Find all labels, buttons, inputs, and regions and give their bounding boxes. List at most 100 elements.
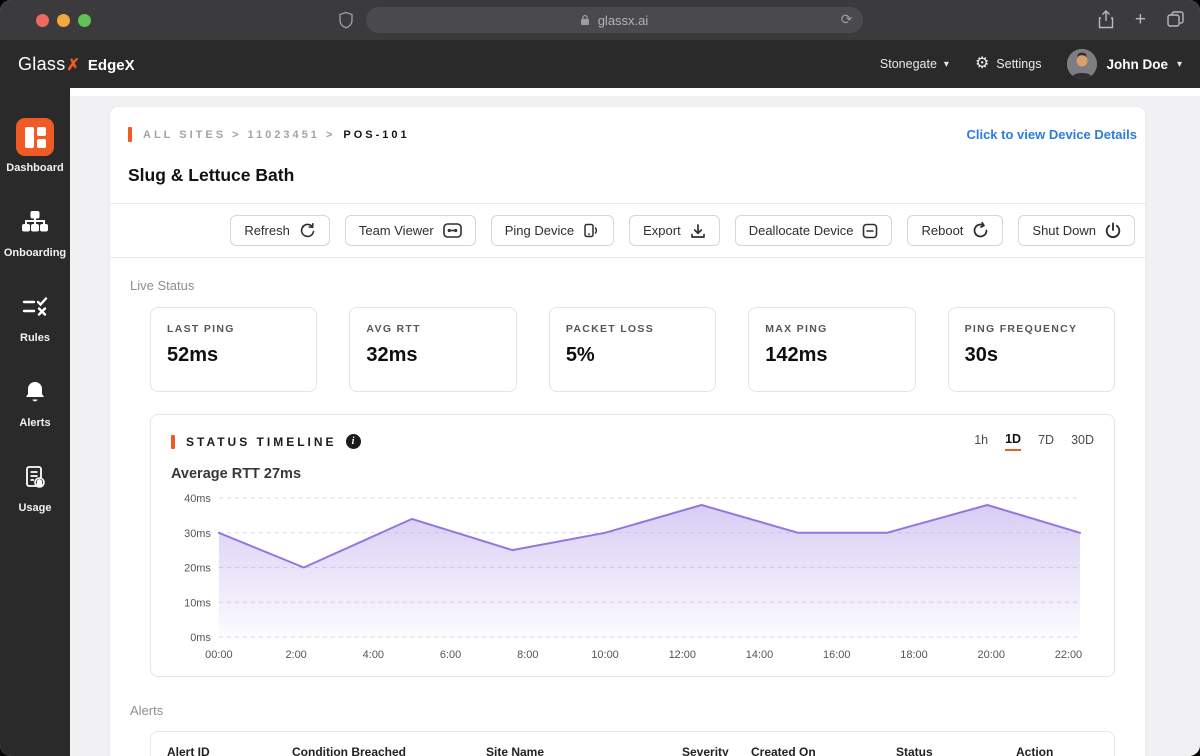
accent-bar (171, 434, 175, 449)
deallocate-minus-icon (863, 223, 878, 238)
svg-text:8:00: 8:00 (517, 649, 538, 661)
content-top-strip (70, 88, 1200, 96)
status-timeline-card: STATUS TIMELINE i 1h 1D 7D 30D Average R… (150, 414, 1115, 677)
rtt-area-chart: 0ms 10ms 20ms 30ms 40ms 00:00 2:00 4:00 6:00 8:0… (171, 486, 1094, 664)
range-7d[interactable]: 7D (1038, 433, 1054, 450)
chevron-down-icon: ▾ (1176, 58, 1182, 70)
sidebar-item-label: Usage (18, 502, 52, 514)
chevron-down-icon: ▾ (943, 58, 949, 70)
time-range-selector: 1h 1D 7D 30D (974, 432, 1094, 451)
column-header: Alert ID (167, 745, 210, 756)
refresh-icon (300, 223, 315, 238)
svg-text:0ms: 0ms (190, 632, 211, 644)
stat-value: 5% (565, 344, 595, 366)
info-icon[interactable]: i (345, 434, 361, 449)
org-selector-dropdown[interactable]: Stonegate ▾ (880, 57, 949, 71)
column-header: Action (1016, 745, 1054, 756)
settings-label: Settings (996, 57, 1042, 71)
stat-value: 142ms (765, 344, 828, 366)
refresh-button[interactable]: Refresh (230, 215, 330, 246)
sidebar-item-label: Onboarding (3, 247, 67, 259)
shut-down-button[interactable]: Shut Down (1018, 215, 1135, 246)
range-1h[interactable]: 1h (974, 433, 988, 450)
svg-text:10ms: 10ms (184, 597, 211, 609)
privacy-shield-icon[interactable] (338, 11, 354, 29)
alerts-section-label: Alerts (130, 703, 164, 718)
svg-text:6:00: 6:00 (440, 649, 461, 661)
logo-text-product: EdgeX (87, 56, 135, 74)
button-label: Deallocate Device (748, 223, 854, 238)
ping-device-icon (584, 223, 598, 238)
range-30d[interactable]: 30D (1071, 433, 1094, 450)
range-1d[interactable]: 1D (1005, 432, 1022, 451)
avatar (1067, 49, 1098, 79)
ping-device-button[interactable]: Ping Device (490, 215, 615, 246)
sidebar-item-usage[interactable]: $ Usage (0, 446, 70, 531)
device-details-link[interactable]: Click to view Device Details (966, 127, 1137, 142)
svg-text:10:00: 10:00 (591, 649, 618, 661)
invoice-icon: $ (23, 458, 47, 496)
sidebar-item-label: Rules (20, 332, 50, 344)
status-timeline-title: STATUS TIMELINE (186, 434, 337, 449)
button-label: Ping Device (504, 223, 575, 238)
breadcrumb-path[interactable]: ALL SITES > 11023451 > (143, 129, 335, 141)
user-menu[interactable]: John Doe ▾ (1067, 49, 1182, 79)
share-icon[interactable] (1098, 10, 1114, 29)
sidebar-item-rules[interactable]: Rules (0, 276, 70, 361)
sidebar-item-onboarding[interactable]: Onboarding (0, 191, 70, 276)
sidebar-item-alerts[interactable]: Alerts (0, 361, 70, 446)
button-label: Refresh (244, 223, 290, 238)
logo-text-glass: Glass (18, 53, 66, 74)
stat-card-max-ping: MAX PING 142ms (748, 307, 916, 392)
minimize-window-button[interactable] (57, 14, 70, 27)
rules-checklist-icon (22, 288, 48, 326)
accent-bar (128, 127, 132, 142)
settings-button[interactable]: ⚙ Settings (975, 56, 1042, 72)
column-header: Status (896, 745, 933, 756)
lock-icon (580, 14, 589, 25)
glassx-logo: Glass ✗ EdgeX (18, 54, 135, 75)
stat-label: MAX PING (765, 323, 828, 335)
svg-text:30ms: 30ms (184, 528, 211, 540)
reboot-icon (974, 222, 988, 238)
svg-text:16:00: 16:00 (823, 649, 850, 661)
sidebar-item-dashboard[interactable]: Dashboard (0, 106, 70, 191)
browser-window: glassx.ai ⟳ + Glass ✗ EdgeX Stonegate ▾ … (0, 0, 1200, 756)
breadcrumb: ALL SITES > 11023451 > POS-101 Click to … (128, 127, 1137, 142)
power-icon (1105, 222, 1121, 239)
sidebar-item-label: Alerts (19, 417, 51, 429)
stat-card-ping-frequency: PING FREQUENCY 30s (947, 307, 1116, 392)
zoom-window-button[interactable] (78, 14, 91, 27)
app-header: Glass ✗ EdgeX Stonegate ▾ ⚙ Settings Joh… (0, 40, 1200, 88)
close-window-button[interactable] (36, 14, 49, 27)
column-header: Condition Breached (292, 745, 407, 756)
stat-label: AVG RTT (366, 323, 421, 335)
dashboard-icon (16, 118, 54, 156)
button-label: Shut Down (1032, 223, 1096, 238)
export-download-icon (690, 223, 705, 238)
glassx-x-icon: ✗ (66, 56, 80, 74)
traffic-lights (36, 14, 91, 27)
tab-overview-icon[interactable] (1167, 11, 1184, 28)
deallocate-device-button[interactable]: Deallocate Device (734, 215, 893, 246)
column-header: Severity (682, 745, 729, 756)
stat-value: 52ms (167, 344, 219, 366)
sidebar-item-label: Dashboard (6, 162, 64, 174)
stat-card-packet-loss: PACKET LOSS 5% (548, 307, 717, 392)
reboot-button[interactable]: Reboot (907, 215, 1004, 246)
team-viewer-button[interactable]: Team Viewer (344, 215, 476, 246)
svg-text:2:00: 2:00 (285, 649, 306, 661)
user-name: John Doe (1106, 56, 1168, 72)
stat-label: PACKET LOSS (565, 323, 655, 335)
address-bar[interactable]: glassx.ai ⟳ (365, 7, 863, 33)
button-label: Reboot (921, 223, 964, 238)
new-tab-icon[interactable]: + (1135, 10, 1146, 29)
export-button[interactable]: Export (629, 215, 720, 246)
reload-page-icon[interactable]: ⟳ (841, 11, 853, 28)
url-text: glassx.ai (597, 12, 649, 28)
stat-value: 30s (964, 344, 998, 366)
device-panel: ALL SITES > 11023451 > POS-101 Click to … (110, 107, 1145, 756)
svg-text:20ms: 20ms (184, 562, 211, 574)
stat-value: 32ms (366, 344, 418, 366)
page-title: Slug & Lettuce Bath (128, 165, 295, 185)
